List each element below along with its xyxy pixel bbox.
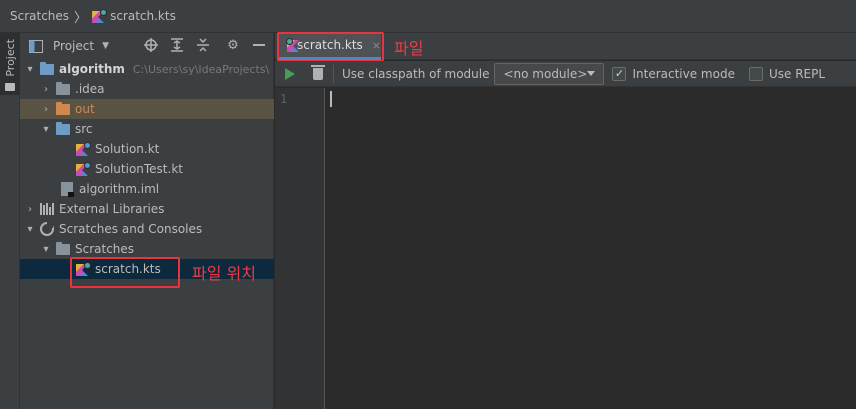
tree-item-label: .idea [75, 82, 105, 96]
tree-item-solution[interactable]: Solution.kt [20, 139, 274, 159]
chevron-down-icon: ▼ [102, 41, 109, 51]
chevron-down-icon[interactable]: ▾ [40, 124, 52, 135]
interactive-mode-label: Interactive mode [632, 66, 735, 81]
chevron-down-icon[interactable]: ▾ [24, 64, 36, 75]
use-repl-label: Use REPL [768, 66, 826, 81]
minimize-icon[interactable] [251, 37, 267, 53]
annotation-box-file-location [70, 257, 180, 288]
project-panel: Project ▼ ⚙ ▾ algorithm C:\Users\sy\Idea… [20, 33, 274, 409]
tree-item-label: out [75, 102, 95, 116]
annotation-box-file [277, 32, 384, 62]
module-select[interactable]: <no module> [494, 62, 605, 85]
tree-item-label: Scratches and Consoles [59, 222, 203, 236]
editor-gutter: 1 [275, 88, 325, 409]
tree-item-out[interactable]: › out [20, 99, 274, 119]
chevron-down-icon[interactable]: ▾ [40, 244, 52, 255]
code-editor[interactable] [326, 88, 856, 409]
module-folder-icon [39, 61, 55, 76]
chevron-down-icon[interactable]: ▾ [24, 224, 36, 235]
kotlin-file-icon [75, 142, 91, 156]
project-view-icon [28, 39, 44, 53]
folder-icon [5, 82, 15, 91]
tree-item-label: External Libraries [59, 202, 165, 216]
toolbar-separator [333, 64, 334, 83]
chevron-right-icon[interactable]: › [40, 104, 52, 115]
scratches-icon [39, 222, 55, 236]
folder-icon [55, 81, 71, 96]
trash-icon[interactable] [311, 64, 325, 80]
breadcrumb-file[interactable]: scratch.kts [92, 9, 176, 23]
project-panel-title: Project [53, 39, 95, 53]
breadcrumb-separator: 〉 [74, 10, 88, 26]
tree-item-label: Solution.kt [95, 142, 160, 156]
tree-item-solution-test[interactable]: SolutionTest.kt [20, 159, 274, 179]
tree-item-src[interactable]: ▾ src [20, 119, 274, 139]
project-tree: ▾ algorithm C:\Users\sy\IdeaProjects\ › … [20, 59, 274, 279]
run-icon[interactable] [285, 67, 295, 80]
module-select-value: <no module> [503, 66, 588, 81]
tree-item-idea[interactable]: › .idea [20, 79, 274, 99]
breadcrumb-file-label: scratch.kts [110, 9, 176, 23]
breadcrumb: Scratches 〉 scratch.kts [0, 0, 856, 33]
chevron-right-icon[interactable]: › [40, 84, 52, 95]
kotlin-script-icon [92, 9, 108, 23]
scratch-toolbar: Use classpath of module <no module> ✓ In… [275, 61, 856, 87]
tool-window-strip: Project [0, 33, 20, 409]
tree-item-label: algorithm [59, 62, 125, 76]
project-tab-label: Project [3, 39, 17, 77]
chevron-right-icon[interactable]: › [24, 204, 36, 215]
folder-icon [55, 241, 71, 256]
project-path: C:\Users\sy\IdeaProjects\ [132, 62, 270, 76]
tree-item-scratches-consoles[interactable]: ▾ Scratches and Consoles [20, 219, 274, 239]
project-panel-toolbar: Project ▼ ⚙ [20, 33, 273, 59]
tree-item-label: src [75, 122, 93, 136]
tree-item-label: algorithm.iml [79, 182, 160, 196]
project-view-selector[interactable]: Project ▼ [28, 39, 109, 53]
annotation-file-location: 파일 위치 [192, 264, 256, 283]
collapse-all-icon[interactable] [195, 37, 211, 53]
tree-item-label: SolutionTest.kt [95, 162, 183, 176]
line-number: 1 [280, 92, 288, 106]
project-tool-window-tab[interactable]: Project [0, 33, 20, 95]
locate-icon[interactable] [143, 37, 159, 53]
tree-item-scratches[interactable]: ▾ Scratches [20, 239, 274, 259]
library-icon [39, 202, 55, 216]
text-caret [330, 91, 332, 107]
kotlin-file-icon [75, 162, 91, 176]
tree-item-external-libraries[interactable]: › External Libraries [20, 199, 274, 219]
excluded-folder-icon [55, 101, 71, 116]
annotation-file: 파일 [394, 39, 424, 58]
iml-file-icon [59, 182, 75, 197]
tree-item-label: Scratches [75, 242, 135, 256]
tree-item-iml[interactable]: algorithm.iml [20, 179, 274, 199]
interactive-mode-toggle[interactable]: ✓ Interactive mode [612, 66, 735, 81]
use-repl-checkbox[interactable] [748, 66, 763, 81]
tree-item-algorithm[interactable]: ▾ algorithm C:\Users\sy\IdeaProjects\ [20, 59, 274, 79]
breadcrumb-scratches[interactable]: Scratches [10, 9, 69, 23]
gear-icon[interactable]: ⚙ [225, 37, 241, 53]
use-repl-toggle[interactable]: Use REPL [748, 66, 826, 81]
expand-all-icon[interactable] [169, 37, 185, 53]
classpath-label: Use classpath of module [342, 66, 490, 81]
source-folder-icon [55, 121, 71, 136]
interactive-mode-checkbox[interactable]: ✓ [612, 66, 627, 81]
chevron-down-icon [587, 71, 596, 76]
